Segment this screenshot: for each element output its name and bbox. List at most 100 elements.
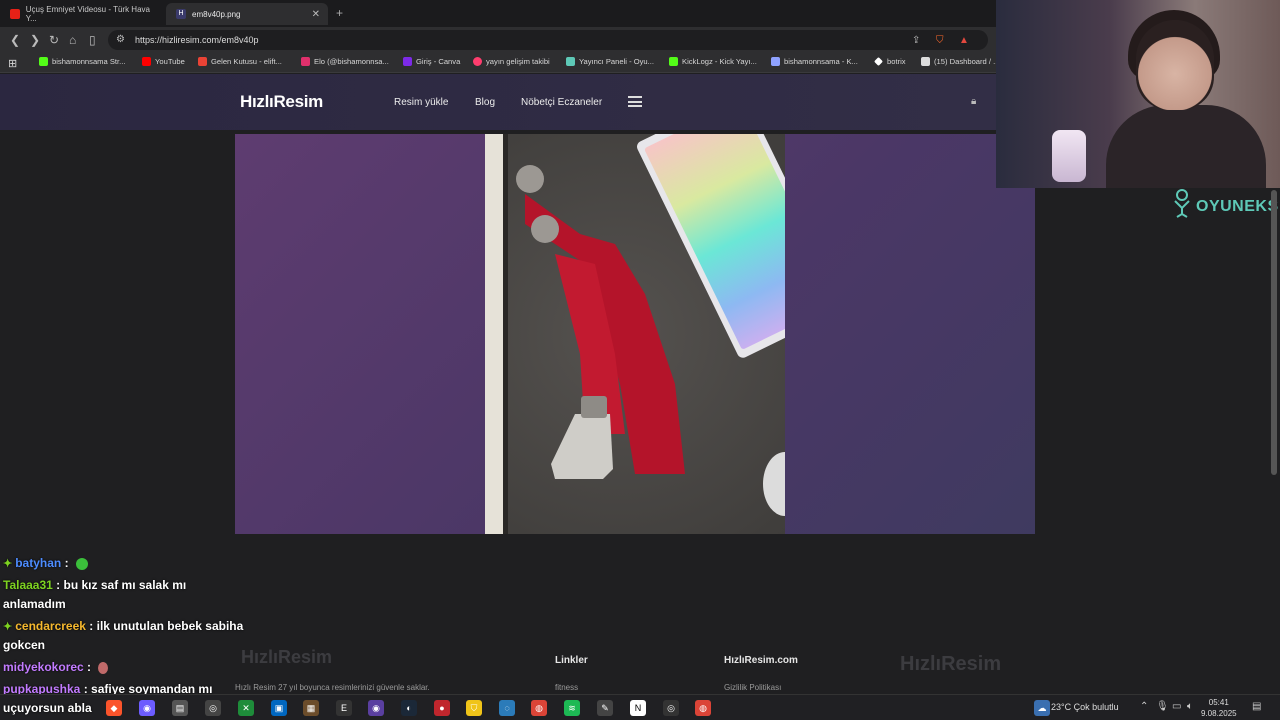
close-icon[interactable]: ✕: [312, 9, 320, 20]
nav-link-nobetci-eczaneler[interactable]: Nöbetçi Eczaneler: [521, 97, 602, 108]
bookmark-item[interactable]: Elo (@bishamonnsa...: [301, 57, 389, 66]
brave-rewards-icon[interactable]: ▲: [959, 35, 969, 46]
address-bar[interactable]: ⚙ https://hizliresim.com/em8v40p ⇪ ⛉ ▲: [108, 30, 988, 50]
chat-message: ✦ batyhan :: [3, 556, 88, 570]
bookmark-item[interactable]: botrix: [874, 57, 906, 66]
chat-message-continued: anlamadım: [3, 597, 66, 611]
bookmark-item[interactable]: yayın gelişim takibi: [473, 57, 550, 66]
share-icon[interactable]: ⇪: [912, 35, 920, 46]
clock-date: 9.08.2025: [1201, 709, 1237, 718]
notification-icon[interactable]: ▤: [1252, 701, 1261, 712]
brave-browser-icon[interactable]: ◆: [106, 700, 122, 716]
chevron-up-icon[interactable]: ⌃: [1140, 701, 1148, 712]
chat-message-overlay: uçuyorsun abla: [3, 701, 92, 715]
gmail-icon: [198, 57, 207, 66]
kick-icon: [39, 57, 48, 66]
bookmark-item[interactable]: Yayıncı Paneli - Oyu...: [566, 57, 654, 66]
riot-icon[interactable]: ●: [434, 700, 450, 716]
weather-icon[interactable]: ☁: [1034, 700, 1050, 716]
chrome-icon[interactable]: ◍: [531, 700, 547, 716]
bookmark-item[interactable]: bishamonnsama Str...: [39, 57, 125, 66]
weather-text[interactable]: 23°C Çok bulutlu: [1051, 702, 1119, 712]
footer-description: Hızlı Resim 27 yıl boyunca resimlerinizi…: [235, 683, 430, 692]
epic-games-icon[interactable]: E: [336, 700, 352, 716]
oyuneks-logo-icon: [1174, 189, 1190, 218]
apps-grid-icon[interactable]: ⊞: [8, 57, 17, 70]
emote-icon: [98, 661, 109, 674]
file-explorer-icon[interactable]: ▤: [172, 700, 188, 716]
tab-em8v40p[interactable]: H em8v40p.png ✕: [166, 3, 328, 25]
botrix-icon: [874, 57, 883, 66]
reload-icon[interactable]: ↻: [49, 33, 59, 47]
obs-icon[interactable]: ◎: [205, 700, 221, 716]
discord-icon[interactable]: ◉: [139, 700, 155, 716]
footer-site-heading: HızlıResim.com: [724, 655, 798, 666]
badge-icon: ✦: [3, 558, 13, 570]
site-settings-icon[interactable]: ⚙: [116, 34, 125, 45]
scrollbar[interactable]: [1271, 190, 1277, 475]
brave-shield-icon[interactable]: ⛉: [936, 35, 944, 46]
bookmark-item[interactable]: KickLogz - Kick Yayı...: [669, 57, 757, 66]
home-icon[interactable]: ⌂: [69, 33, 76, 47]
bookmark-item[interactable]: bishamonnsama - K...: [771, 57, 858, 66]
tool-icon[interactable]: ✎: [597, 700, 613, 716]
webcam-overlay: [996, 0, 1280, 188]
app-icon[interactable]: ◉: [368, 700, 384, 716]
chrome2-icon[interactable]: ◍: [695, 700, 711, 716]
new-tab-icon[interactable]: +: [336, 6, 343, 20]
url-text: https://hizliresim.com/em8v40p: [135, 35, 259, 45]
dashboard-icon: [921, 57, 930, 66]
heart-icon: [473, 57, 482, 66]
volume-icon[interactable]: 🔈︎: [1187, 701, 1193, 712]
kick-icon: [669, 57, 678, 66]
streamer-body: [1106, 105, 1266, 188]
chat-message: midyekokorec :: [3, 660, 109, 674]
emote-icon: [75, 557, 88, 570]
streamer-face: [1136, 20, 1214, 110]
chat-message: Talaaa31 : bu kız saf mı salak mı: [3, 578, 187, 592]
youtube-icon: [142, 57, 151, 66]
bookmark-item[interactable]: (15) Dashboard / ...: [921, 57, 999, 66]
game-icon[interactable]: ▦: [303, 700, 319, 716]
site-logo[interactable]: HızlıResim: [240, 92, 323, 112]
footer-links-heading: Linkler: [555, 655, 588, 666]
store-icon[interactable]: ▣: [271, 700, 287, 716]
person-icon: [566, 57, 575, 66]
clock[interactable]: 05:41 9.08.2025: [1201, 697, 1237, 719]
tab-youtube[interactable]: Uçuş Emniyet Videosu - Türk Hava Y...: [0, 3, 160, 25]
photo-content: [516, 134, 785, 516]
lock-icon[interactable]: 🔒︎: [971, 96, 976, 107]
bookmark-item[interactable]: YouTube: [142, 57, 185, 66]
xbox-icon[interactable]: ✕: [238, 700, 254, 716]
bookmark-icon[interactable]: ▯: [89, 33, 96, 47]
capture-icon[interactable]: ◎: [663, 700, 679, 716]
oyuneks-brand: OYUNEKS: [1196, 198, 1279, 215]
taskbar: ◆ ◉ ▤ ◎ ✕ ▣ ▦ E ◉ ◐ ● ⛉ ◌ ◍ ≋ ✎ N ◎ ◍ ☁ …: [0, 694, 1280, 720]
spotify-icon[interactable]: ≋: [564, 700, 580, 716]
clock-time: 05:41: [1208, 698, 1229, 707]
notion-icon[interactable]: N: [630, 700, 646, 716]
microphone-icon[interactable]: 🎙︎: [1156, 701, 1169, 712]
network-icon[interactable]: ▭: [1172, 701, 1181, 712]
steam-icon[interactable]: ◐: [401, 700, 417, 716]
app2-icon[interactable]: ◌: [499, 700, 515, 716]
footer-link-privacy[interactable]: Gizlilik Politikası: [724, 683, 781, 692]
nav-link-resim-yukle[interactable]: Resim yükle: [394, 97, 448, 108]
bookmark-item[interactable]: Giriş - Canva: [403, 57, 460, 66]
link-icon: [771, 57, 780, 66]
canva-icon: [403, 57, 412, 66]
tab-title: Uçuş Emniyet Videosu - Türk Hava Y...: [25, 5, 150, 23]
lamp-shape: [1052, 130, 1086, 182]
instagram-icon: [301, 57, 310, 66]
footer-logo-right: HızlıResim: [900, 653, 1002, 675]
nav-link-blog[interactable]: Blog: [475, 97, 495, 108]
menu-icon[interactable]: [628, 96, 642, 107]
forward-icon[interactable]: ❯: [30, 33, 40, 47]
footer-link-fitness[interactable]: fitness: [555, 683, 578, 692]
youtube-icon: [10, 9, 20, 19]
back-icon[interactable]: ❮: [10, 33, 20, 47]
vpn-icon[interactable]: ⛉: [466, 700, 482, 716]
bookmark-item[interactable]: Gelen Kutusu - elift...: [198, 57, 282, 66]
uploaded-photo[interactable]: [485, 134, 785, 534]
image-stage: [235, 134, 1035, 534]
